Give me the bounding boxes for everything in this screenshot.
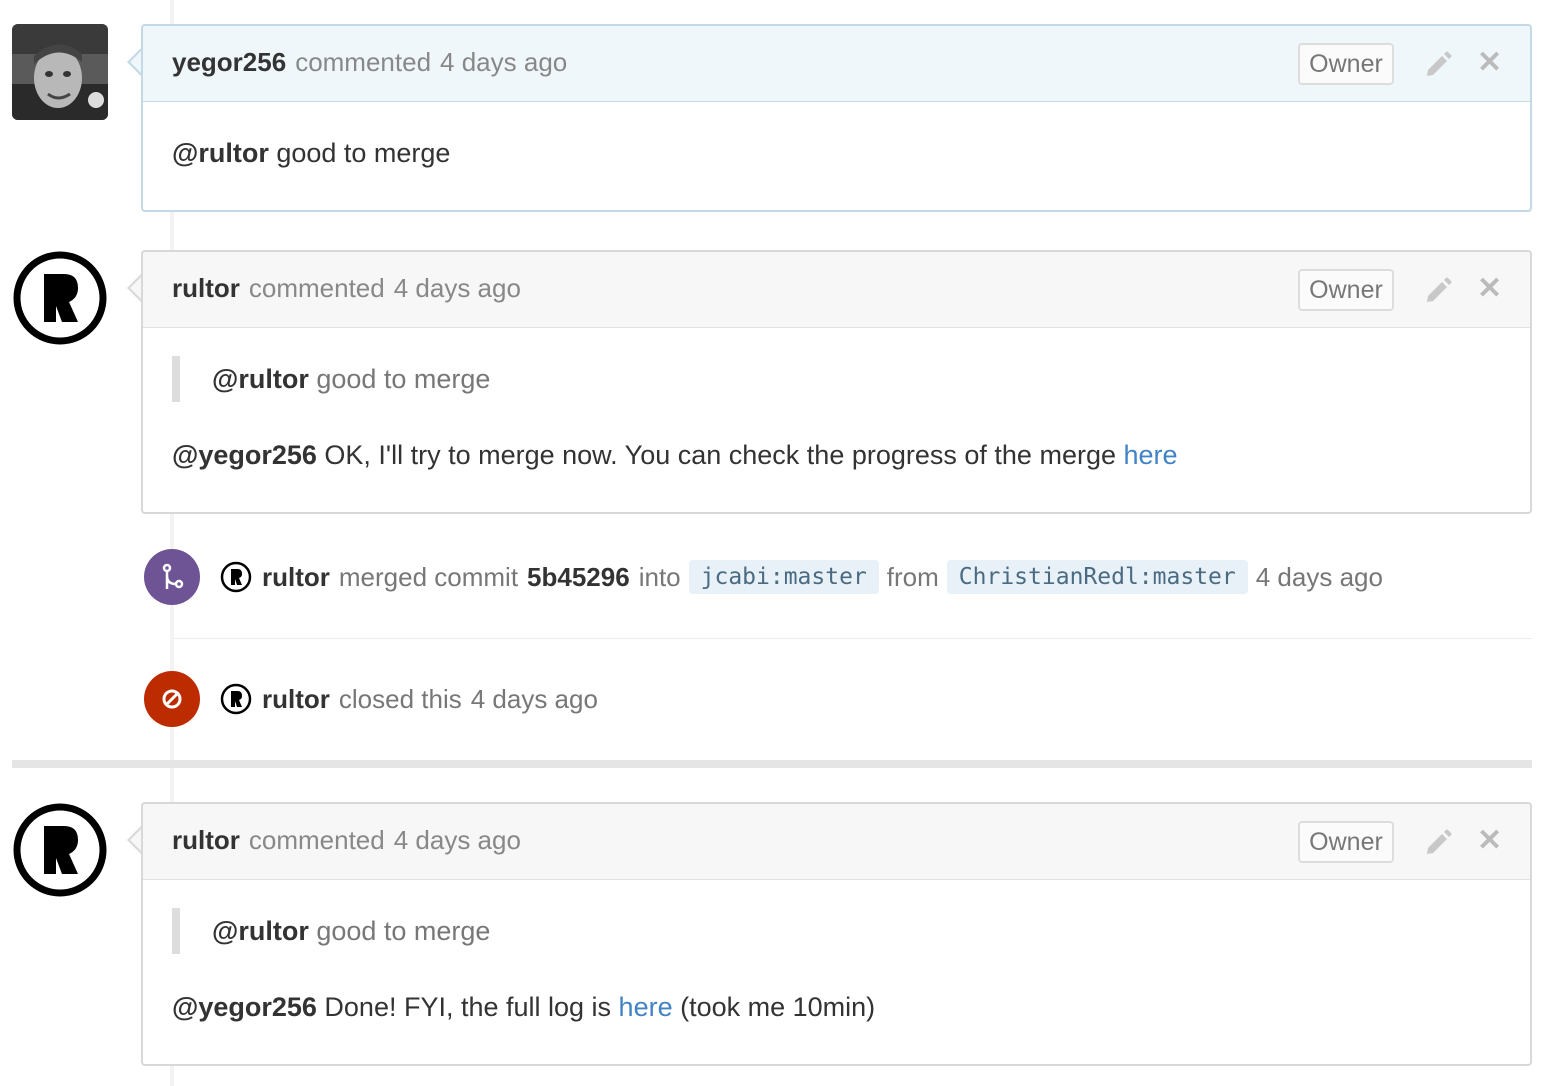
comment-action: commented (295, 47, 432, 77)
comment: rultor commented 4 days ago Owner ✕ @rul… (127, 250, 1532, 514)
user-mention[interactable]: @rultor (212, 916, 309, 946)
owner-badge: Owner (1298, 269, 1394, 311)
closed-icon (144, 671, 200, 727)
blockquote: @rultor good to merge (172, 356, 490, 402)
commit-sha[interactable]: 5b45296 (527, 562, 630, 593)
comment-text: Done! FYI, the full log is (316, 992, 619, 1022)
source-branch[interactable]: ChristianRedl:master (946, 560, 1248, 594)
event-from: from (886, 561, 939, 592)
comment-author[interactable]: rultor (172, 825, 240, 856)
target-branch[interactable]: jcabi:master (688, 560, 879, 594)
event-action: closed this (338, 683, 462, 714)
comment: yegor256 commented 4 days ago Owner ✕ @r… (127, 24, 1532, 212)
blockquote: @rultor good to merge (172, 908, 490, 954)
comment-header: rultor commented 4 days ago Owner ✕ (141, 802, 1532, 880)
user-mention[interactable]: @rultor (212, 364, 309, 394)
event-author[interactable]: rultor (262, 684, 330, 715)
comment-text-after: (took me 10min) (672, 992, 876, 1022)
pencil-icon[interactable] (1422, 274, 1454, 306)
comment-author[interactable]: rultor (172, 273, 240, 304)
comment-text: good to merge (268, 138, 451, 168)
user-mention[interactable]: @yegor256 (172, 440, 317, 470)
comment: rultor commented 4 days ago Owner ✕ @rul… (127, 802, 1532, 1066)
owner-badge: Owner (1298, 43, 1394, 85)
comment-body: @rultor good to merge @yegor256 Done! FY… (141, 880, 1532, 1064)
comment-action: commented (248, 273, 385, 303)
avatar-yegor256[interactable] (12, 24, 108, 120)
merge-icon (144, 549, 200, 605)
owner-badge: Owner (1298, 821, 1394, 863)
comment-time[interactable]: 4 days ago (394, 825, 521, 856)
comment-header: yegor256 commented 4 days ago Owner ✕ (141, 24, 1532, 102)
avatar-rultor[interactable] (12, 250, 108, 346)
closed-event: rultor closed this 4 days ago (144, 670, 598, 728)
event-into: into (638, 561, 681, 592)
avatar-rultor-small[interactable] (220, 561, 252, 593)
comment-action: commented (248, 825, 385, 855)
quote-text: good to merge (308, 916, 491, 946)
comment-body: @rultor good to merge (141, 102, 1532, 210)
timeline-divider (12, 760, 1532, 768)
quote-text: good to merge (308, 364, 491, 394)
comment-body: @rultor good to merge @yegor256 OK, I'll… (141, 328, 1532, 512)
event-action: merged commit (338, 561, 519, 592)
avatar-rultor-small[interactable] (220, 683, 252, 715)
close-icon[interactable]: ✕ (1477, 271, 1502, 307)
user-mention[interactable]: @yegor256 (172, 992, 317, 1022)
close-icon[interactable]: ✕ (1477, 45, 1502, 81)
close-icon[interactable]: ✕ (1477, 823, 1502, 859)
here-link[interactable]: here (619, 992, 673, 1022)
pencil-icon[interactable] (1422, 826, 1454, 858)
comment-time[interactable]: 4 days ago (394, 273, 521, 304)
comment-time[interactable]: 4 days ago (440, 47, 567, 78)
avatar-rultor[interactable] (12, 802, 108, 898)
here-link[interactable]: here (1123, 440, 1177, 470)
comment-text: OK, I'll try to merge now. You can check… (316, 440, 1124, 470)
comment-author[interactable]: yegor256 (172, 47, 286, 78)
user-mention[interactable]: @rultor (172, 138, 269, 168)
merge-event: rultor merged commit 5b45296 into jcabi:… (144, 548, 1383, 606)
timeline-separator (174, 638, 1532, 639)
event-author[interactable]: rultor (262, 562, 330, 593)
event-time[interactable]: 4 days ago (1256, 562, 1383, 593)
event-time[interactable]: 4 days ago (471, 684, 598, 715)
comment-header: rultor commented 4 days ago Owner ✕ (141, 250, 1532, 328)
pencil-icon[interactable] (1422, 48, 1454, 80)
